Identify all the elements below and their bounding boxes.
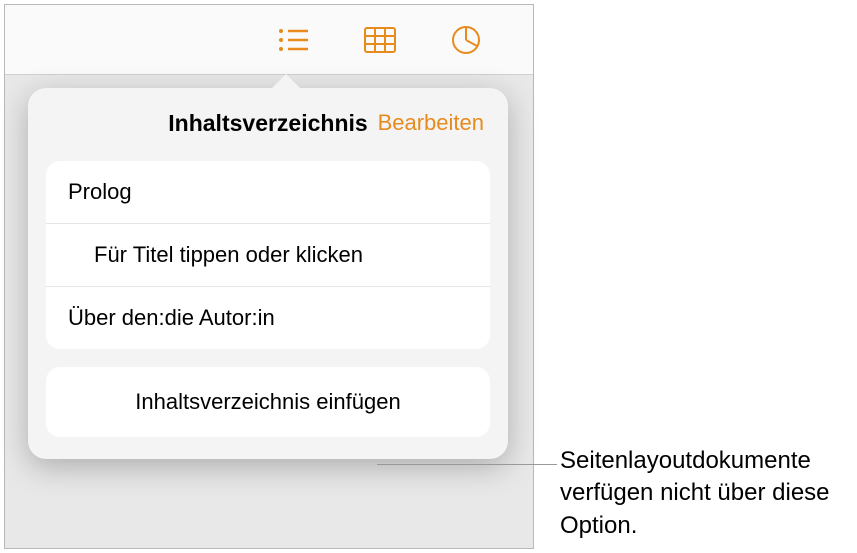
insert-toc-button[interactable]: Inhaltsverzeichnis einfügen xyxy=(46,367,490,437)
pie-chart-icon[interactable] xyxy=(447,21,485,59)
list-bullet-icon[interactable] xyxy=(275,21,313,59)
callout-text: Seitenlayoutdokumente verfügen nicht übe… xyxy=(560,445,840,542)
callout-line xyxy=(377,464,557,465)
toc-list: Prolog Für Titel tippen oder klicken Übe… xyxy=(46,161,490,349)
toc-item[interactable]: Über den:die Autor:in xyxy=(46,287,490,349)
table-icon[interactable] xyxy=(361,21,399,59)
toc-item[interactable]: Für Titel tippen oder klicken xyxy=(46,224,490,287)
popover-title: Inhaltsverzeichnis xyxy=(168,110,367,137)
toc-popover: Inhaltsverzeichnis Bearbeiten Prolog Für… xyxy=(28,88,508,459)
edit-button[interactable]: Bearbeiten xyxy=(378,110,484,136)
toc-item[interactable]: Prolog xyxy=(46,161,490,224)
shape-icon[interactable] xyxy=(533,21,534,59)
toolbar xyxy=(5,5,533,75)
popover-header: Inhaltsverzeichnis Bearbeiten xyxy=(28,88,508,155)
